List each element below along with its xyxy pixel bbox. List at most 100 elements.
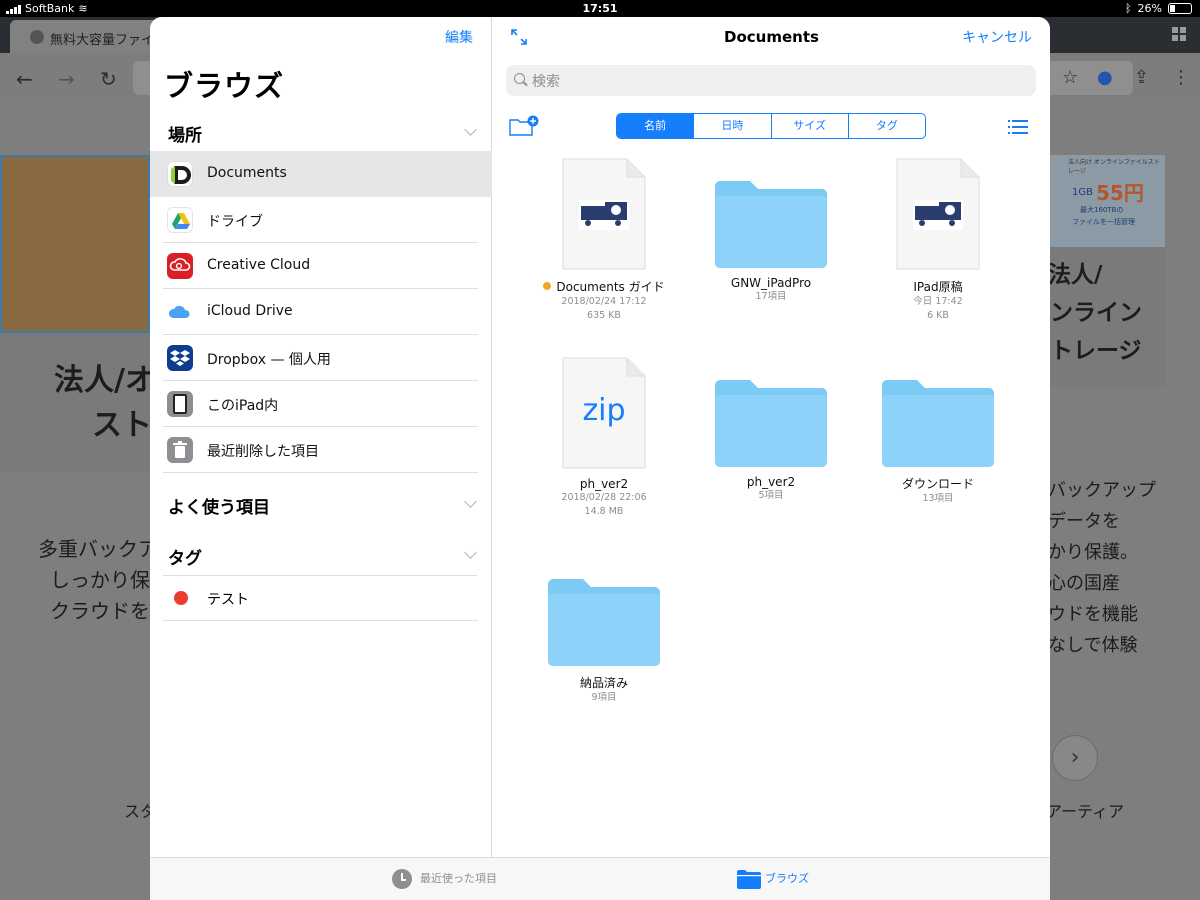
sidebar-item-dropbox[interactable]: Dropbox — 個人用 [150,335,492,381]
search-icon [514,73,525,84]
bg-heading-right-3: トレージ [1050,338,1142,364]
document-thumbnail [562,158,646,270]
red-tag-dot-icon [174,591,188,605]
carousel-next-icon[interactable]: › [1052,735,1098,781]
battery-percent: 26% [1137,2,1162,15]
ad-banner[interactable]: 法人向け オンラインファイルストレージ 1GB 55円 最大160TBの ファイ… [1050,155,1165,247]
file-name: 納品済み [579,676,628,690]
zip-label: zip [582,393,626,428]
file-item-ipad-manuscript[interactable]: IPad原稿 今日 17:42 6 KB [858,158,1018,323]
ad-text-price: 55円 [1096,181,1144,205]
google-drive-icon [167,207,193,233]
icloud-drive-icon [167,299,193,325]
file-date: 2018/02/24 17:12 [561,296,647,307]
search-placeholder: 検索 [532,74,560,90]
microphone-icon[interactable]: ● [1097,67,1113,88]
sidebar-item-drive[interactable]: ドライブ [150,197,492,243]
file-item-ph-ver2-zip[interactable]: zip ph_ver2 2018/02/28 22:06 14.8 MB [524,357,684,519]
ad-text-1gb: 1GB [1072,187,1093,198]
trash-icon [167,437,193,463]
folder-count: 9項目 [591,692,617,703]
tab-browse-label: ブラウズ [765,872,809,885]
folder-icon [882,379,994,467]
file-item-documents-guide[interactable]: Documents ガイド 2018/02/24 17:12 635 KB [524,158,684,323]
ad-text-capacity: 最大160TBの [1080,206,1124,214]
folder-count: 13項目 [922,493,954,504]
dropbox-icon [167,345,193,371]
sidebar-item-label: このiPad内 [207,398,279,414]
sidebar-tag-test[interactable]: テスト [150,575,492,621]
file-date: 2018/02/28 22:06 [561,492,647,503]
document-thumbnail [896,158,980,270]
back-icon[interactable]: ← [16,67,33,91]
sidebar-item-creative-cloud[interactable]: Creative Cloud [150,243,492,289]
sidebar-item-label: iCloud Drive [207,303,293,319]
tags-header[interactable]: タグ [168,544,202,569]
clock-icon [392,869,412,889]
files-picker-sheet: 編集 ブラウズ 場所 Documents ドライブ Creative Cloud… [150,17,1050,900]
bg-heading-left-1: 法人/オ [54,363,155,398]
chevron-down-icon[interactable] [464,546,477,559]
browse-title: ブラウズ [164,69,285,103]
sidebar-item-icloud[interactable]: iCloud Drive [150,289,492,335]
bg-text-left-3: クラウドを [50,599,150,623]
sidebar-item-label: Documents [207,165,287,181]
chevron-down-icon[interactable] [464,495,477,508]
folder-count: 5項目 [758,490,784,501]
bg-text-left-1: 多重バックア [38,537,158,561]
folder-item-delivered[interactable]: 納品済み 9項目 [524,556,684,705]
tab-recents-label: 最近使った項目 [420,872,497,885]
folder-item-downloads[interactable]: ダウンロード 13項目 [858,357,1018,506]
sidebar-item-documents[interactable]: Documents [150,151,492,197]
folder-icon [715,180,827,268]
tab-grid-icon[interactable] [1172,27,1186,41]
folder-item-gnw-ipadpro[interactable]: GNW_iPadPro 17項目 [691,158,851,304]
bookmark-star-icon[interactable]: ☆ [1062,67,1078,88]
sort-by-size-button[interactable]: サイズ [772,114,849,138]
locations-header[interactable]: 場所 [168,121,202,146]
cancel-button[interactable]: キャンセル [962,27,1032,47]
tag-label: テスト [207,592,249,608]
folder-icon [715,379,827,467]
cat-banner-image [0,155,150,333]
bg-text-right-bottom: アーティア [1046,802,1125,821]
chevron-down-icon[interactable] [464,123,477,136]
bg-text-right-6: なしで体験 [1048,635,1138,656]
sort-by-date-button[interactable]: 日時 [694,114,772,138]
new-folder-icon[interactable] [509,115,539,137]
sort-by-tag-button[interactable]: タグ [849,114,925,138]
sidebar-item-recently-deleted[interactable]: 最近削除した項目 [150,427,492,473]
edit-button[interactable]: 編集 [445,27,473,47]
bg-heading-left-2: スト [92,408,152,443]
share-icon[interactable]: ⇪ [1134,67,1149,88]
file-name: GNW_iPadPro [730,276,812,290]
file-name: IPad原稿 [913,280,963,294]
more-icon[interactable]: ⋮ [1172,67,1190,88]
folder-tab-icon [737,870,761,889]
favorites-header[interactable]: よく使う項目 [168,493,270,518]
reload-icon[interactable]: ↻ [100,67,117,91]
sidebar-item-label: ドライブ [207,214,263,230]
zip-file-icon: zip [562,357,646,469]
creative-cloud-icon [167,253,193,279]
bg-text-right-2: データを [1048,511,1120,532]
file-name: ダウンロード [901,477,974,491]
file-name: Documents ガイド [556,280,665,294]
file-size: 14.8 MB [584,506,624,517]
locations-list: Documents ドライブ Creative Cloud iCloud Dri… [150,151,492,473]
folder-item-ph-ver2[interactable]: ph_ver2 5項目 [691,357,851,503]
browse-sidebar: 編集 ブラウズ 場所 Documents ドライブ Creative Cloud… [150,17,492,857]
sort-segmented-control: 名前 日時 サイズ タグ [616,113,926,139]
sidebar-item-on-ipad[interactable]: このiPad内 [150,381,492,427]
documents-app-icon [167,161,193,187]
search-field[interactable]: 検索 [506,65,1036,96]
status-time: 17:51 [582,2,618,15]
forward-icon[interactable]: → [58,67,75,91]
list-view-icon[interactable] [1008,120,1028,134]
bg-text-right-3: かり保護。 [1048,542,1138,563]
folder-count: 17項目 [755,291,787,302]
battery-icon [1168,3,1192,14]
ipad-icon [167,391,193,417]
ad-text-manage: ファイルを一括管理 [1072,218,1135,226]
sort-by-name-button[interactable]: 名前 [617,114,695,138]
